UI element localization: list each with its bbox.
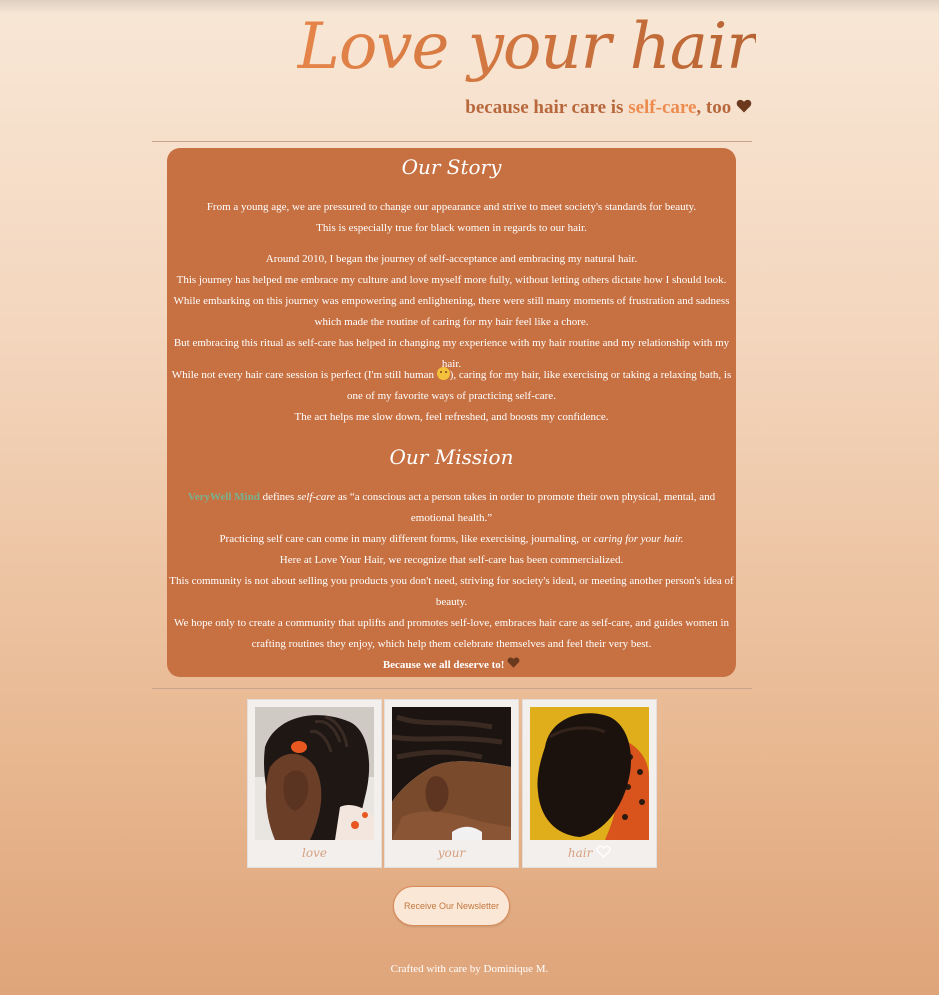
newsletter-button[interactable]: Receive Our Newsletter [393, 886, 510, 926]
verywell-mind-link[interactable]: VeryWell Mind [188, 491, 260, 503]
mission-line: Here at Love Your Hair, we recognize tha… [279, 554, 624, 566]
caption-love: love [302, 846, 327, 860]
brown-heart-icon [736, 99, 752, 113]
defines-text: defines [259, 491, 298, 503]
story-line: From a young age, we are pressured to ch… [206, 201, 697, 213]
gallery-divider [152, 688, 752, 689]
self-care-term: self-care [297, 491, 336, 503]
mission-title: Our Mission [389, 445, 514, 469]
photo-gallery: love your hair [247, 699, 657, 868]
tagline-accent: self-care [628, 97, 697, 118]
story-line: While embarking on this journey was empo… [173, 295, 730, 328]
story-title: Our Story [401, 155, 502, 179]
tagline-prefix: because hair care is [465, 97, 629, 118]
polaroid-hair: hair [522, 699, 657, 868]
mission-definition: VeryWell Mind defines self-care as “a co… [167, 487, 736, 529]
caption-hair-text: hair [567, 846, 593, 860]
story-line: While not every hair care session is per… [167, 365, 736, 407]
definition-text: as “a conscious act a person takes in or… [335, 491, 716, 524]
white-heart-icon [596, 845, 611, 859]
hair-photo-3 [530, 707, 649, 840]
mission-line: This community is not about selling you … [169, 575, 734, 608]
story-line: This is especially true for black women … [316, 222, 587, 234]
practice-em: caring for your hair. [593, 533, 684, 545]
closing-text: Because we all deserve to! [382, 659, 505, 671]
footer-credit: Crafted with care by Dominique M. [390, 963, 549, 975]
caption-hair: hair [523, 841, 656, 865]
story-paragraph-3: While not every hair care session is per… [167, 365, 736, 428]
practice-text: Practicing self care can come in many di… [219, 533, 594, 545]
site-title: Love your hair [297, 10, 757, 84]
caption-your: your [437, 846, 466, 860]
mission-body: VeryWell Mind defines self-care as “a co… [167, 487, 736, 676]
story-line: Around 2010, I began the journey of self… [265, 253, 638, 265]
story-line: This journey has helped me embrace my cu… [176, 274, 727, 286]
brown-heart-icon [507, 657, 520, 668]
mission-closing: Because we all deserve to! [167, 655, 736, 676]
hair-photo-1 [255, 707, 374, 840]
tagline-suffix: , too [696, 97, 732, 118]
story-card: Our Story From a young age, we are press… [167, 148, 736, 677]
smiling-face-icon [436, 367, 450, 380]
story-paragraph-2: Around 2010, I began the journey of self… [167, 249, 736, 375]
hair-photo-2 [392, 707, 511, 840]
polaroid-love: love [247, 699, 382, 868]
site-header: Love your hair because hair care is self… [152, 0, 757, 140]
mission-section: Our Mission [167, 444, 736, 470]
mission-line: We hope only to create a community that … [173, 617, 730, 650]
story-line-start: While not every hair care session is per… [171, 369, 437, 381]
header-divider [152, 141, 752, 142]
polaroid-your: your [384, 699, 519, 868]
story-line: The act helps me slow down, feel refresh… [294, 411, 609, 423]
tagline: because hair care is self-care, too [465, 97, 752, 119]
mission-practice: Practicing self care can come in many di… [167, 529, 736, 550]
story-section: Our Story [167, 154, 736, 180]
story-paragraph-1: From a young age, we are pressured to ch… [167, 197, 736, 239]
